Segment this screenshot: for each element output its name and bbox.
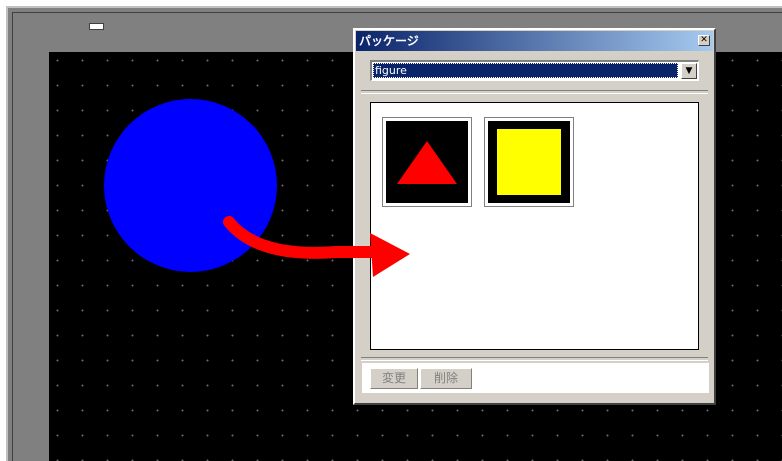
blue-circle-shape[interactable] (104, 99, 277, 272)
package-item-triangle[interactable] (382, 117, 472, 207)
square-icon (497, 129, 561, 195)
minimize-icon[interactable] (89, 23, 104, 30)
package-window-title: パッケージ (359, 34, 419, 48)
button-row: 変更 削除 (362, 363, 709, 393)
package-category-select[interactable]: figure ▼ (370, 60, 699, 81)
package-window-titlebar[interactable]: パッケージ ✕ (356, 31, 713, 51)
change-button[interactable]: 変更 (370, 368, 418, 389)
close-icon[interactable]: ✕ (698, 35, 710, 46)
package-items-panel (370, 102, 699, 350)
separator-bottom (361, 357, 708, 361)
package-window: パッケージ ✕ figure ▼ 変更 削除 (353, 28, 716, 405)
chevron-down-icon[interactable]: ▼ (681, 63, 697, 79)
package-category-value: figure (373, 63, 678, 78)
delete-button[interactable]: 削除 (420, 368, 472, 389)
separator-top (361, 90, 708, 94)
package-item-square[interactable] (484, 117, 574, 207)
editor-background: パッケージ ✕ figure ▼ 変更 削除 (0, 0, 782, 461)
triangle-icon (397, 141, 457, 184)
